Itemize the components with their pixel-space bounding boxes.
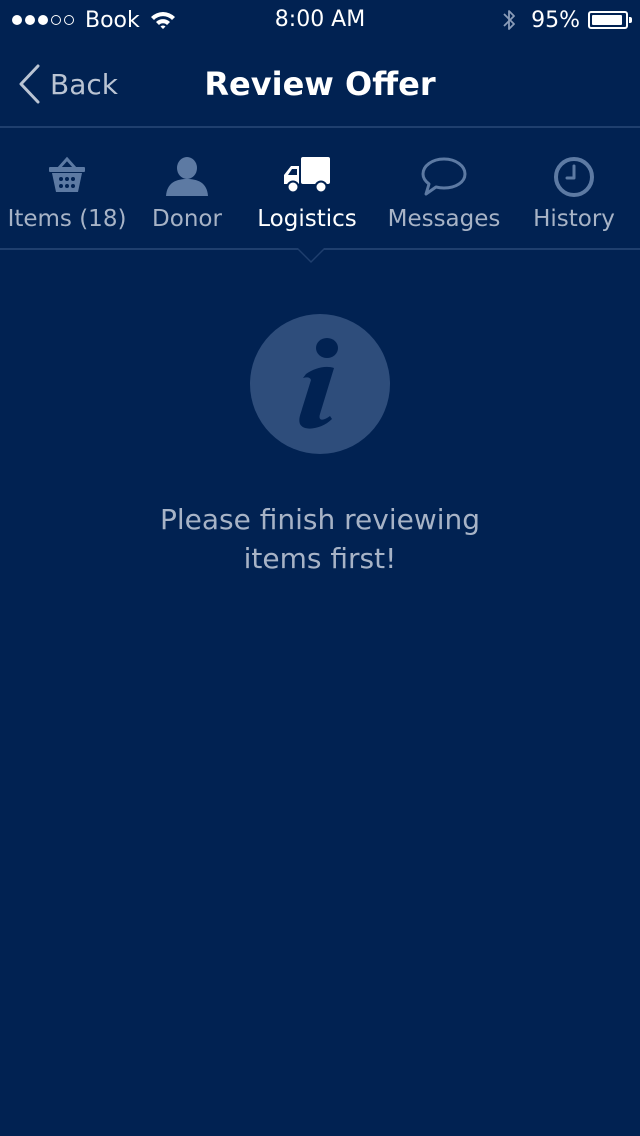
- tab-donor-label: Donor: [152, 206, 222, 232]
- active-tab-indicator-fill: [298, 248, 324, 261]
- truck-icon: [284, 157, 330, 194]
- info-icon: [250, 314, 390, 454]
- tab-logistics[interactable]: Logistics: [240, 128, 374, 248]
- battery-percentage: 95%: [531, 7, 580, 33]
- tab-donor[interactable]: Donor: [134, 128, 240, 248]
- status-bar: Book 8:00 AM 95%: [0, 0, 640, 40]
- battery-fill: [592, 15, 622, 25]
- empty-state-message-line2: items first!: [243, 542, 397, 575]
- tab-items[interactable]: Items (18): [0, 128, 134, 248]
- battery-icon: [588, 11, 632, 29]
- tab-bar: Items (18) Donor Logistics Messages Hist…: [0, 128, 640, 250]
- tab-history-label: History: [533, 206, 615, 232]
- speech-bubble-icon: [421, 157, 467, 196]
- empty-state-message-line1: Please finish reviewing: [159, 503, 481, 536]
- page-title: Review Offer: [204, 65, 436, 103]
- tab-messages[interactable]: Messages: [374, 128, 514, 248]
- navigation-bar: Back Review Offer: [0, 40, 640, 128]
- battery-nub: [629, 17, 632, 23]
- tab-logistics-label: Logistics: [257, 206, 357, 232]
- basket-icon: [49, 156, 85, 192]
- tab-history[interactable]: History: [514, 128, 634, 248]
- status-bar-right: 95%: [501, 7, 632, 33]
- bluetooth-icon: [503, 10, 515, 30]
- clock-icon: [554, 157, 594, 197]
- tab-messages-label: Messages: [387, 206, 501, 232]
- empty-state-message: Please finish reviewing items first!: [0, 500, 640, 578]
- tab-items-label: Items (18): [7, 206, 127, 232]
- person-icon: [166, 157, 208, 196]
